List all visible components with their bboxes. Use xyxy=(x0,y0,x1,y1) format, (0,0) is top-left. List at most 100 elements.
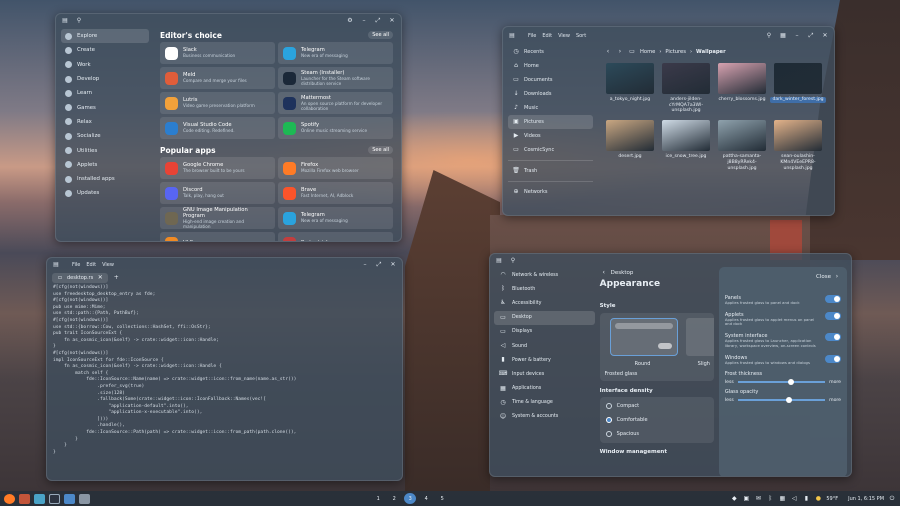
app-card[interactable]: Telegram New era of messaging xyxy=(278,42,393,64)
workspace-2[interactable]: 2 xyxy=(388,493,400,504)
close-tab-icon[interactable]: ✕ xyxy=(96,274,104,282)
app-card[interactable]: Telegram New era of messaging xyxy=(278,207,393,229)
crumb-home[interactable]: Home xyxy=(640,49,655,55)
density-compact[interactable]: Compact xyxy=(605,399,708,413)
back-link[interactable]: ‹ Desktop xyxy=(600,269,714,277)
sidebar-item-music[interactable]: ♪ Music xyxy=(508,101,593,115)
file-item[interactable]: pattha-samanta-j8B8yRRek4-unsplash.jpg xyxy=(716,120,768,171)
minimize-icon[interactable]: – xyxy=(361,261,369,269)
camera-icon[interactable]: ▣ xyxy=(742,495,750,503)
clock[interactable]: Jun 1, 6:15 PM xyxy=(848,496,884,502)
app-card[interactable]: Lutris Video game preservation platform xyxy=(160,92,275,114)
minimize-icon[interactable]: – xyxy=(360,17,368,25)
close-icon[interactable]: ✕ xyxy=(388,17,396,25)
see-all-button[interactable]: See all xyxy=(368,146,393,154)
menu-view[interactable]: View xyxy=(102,262,114,268)
store-titlebar[interactable]: ▤ ⚲ ⚙ – ⤢ ✕ xyxy=(56,14,401,28)
editor-icon[interactable] xyxy=(64,493,75,504)
crumb-wallpaper[interactable]: Wallpaper xyxy=(696,49,726,55)
sidebar-item-power[interactable]: ▮ Power & battery xyxy=(494,353,595,367)
sidebar-item-network[interactable]: ◠ Network & wireless xyxy=(494,268,595,282)
sidebar-item-create[interactable]: Create xyxy=(61,43,149,57)
sidebar-item-networks[interactable]: ⊕ Networks xyxy=(508,185,593,199)
mail-icon[interactable]: ✉ xyxy=(754,495,762,503)
sidebar-item-games[interactable]: Games xyxy=(61,100,149,114)
opacity-slider[interactable]: less more xyxy=(725,395,841,405)
sidebar-item-cosmicsync[interactable]: ▭ CosmicSync xyxy=(508,143,593,157)
file-item[interactable]: ice_snow_tree.jpg xyxy=(660,120,712,171)
sidebar-item-work[interactable]: Work xyxy=(61,58,149,72)
sidebar-item-socialize[interactable]: Socialize xyxy=(61,129,149,143)
battery-icon[interactable]: ▮ xyxy=(802,495,810,503)
sidebar-item-utilities[interactable]: Utilities xyxy=(61,143,149,157)
menu-edit[interactable]: Edit xyxy=(542,33,552,39)
app-card[interactable]: Visual Studio Code Code editing. Redefine… xyxy=(160,117,275,139)
app-card[interactable]: Brave Fast Internet, AI, Adblock xyxy=(278,182,393,204)
sidebar-item-bluetooth[interactable]: ᛒ Bluetooth xyxy=(494,282,595,296)
sidebar-item-applets[interactable]: Applets xyxy=(61,158,149,172)
sidebar-item-sound[interactable]: ◁ Sound xyxy=(494,339,595,353)
network-icon[interactable]: ▦ xyxy=(778,495,786,503)
sidebar-item-trash[interactable]: 🗑 Trash xyxy=(508,164,593,178)
menu-file[interactable]: File xyxy=(528,33,536,39)
workspace-4[interactable]: 4 xyxy=(420,493,432,504)
style-round-option[interactable] xyxy=(609,318,678,356)
terminal-icon[interactable] xyxy=(49,493,60,504)
density-spacious[interactable]: Spacious xyxy=(605,427,708,441)
maximize-icon[interactable]: ⤢ xyxy=(374,17,382,25)
sidebar-item-pictures[interactable]: ▣ Pictures xyxy=(508,115,593,129)
maximize-icon[interactable]: ⤢ xyxy=(375,261,383,269)
file-item[interactable]: desert.jpg xyxy=(604,120,656,171)
files-icon[interactable] xyxy=(34,493,45,504)
sidebar-item-home[interactable]: ⌂ Home xyxy=(508,59,593,73)
sidebar-toggle-icon[interactable]: ▤ xyxy=(52,261,60,269)
sidebar-item-documents[interactable]: ▭ Documents xyxy=(508,73,593,87)
slider-handle[interactable] xyxy=(785,397,792,404)
files-titlebar[interactable]: ▤ File Edit View Sort ⚲ ▦ – ⤢ ✕ xyxy=(503,27,834,45)
sidebar-toggle-icon[interactable]: ▤ xyxy=(508,32,516,40)
search-icon[interactable]: ⚲ xyxy=(765,32,773,40)
close-icon[interactable]: ✕ xyxy=(389,261,397,269)
toggle-switch[interactable] xyxy=(825,354,841,363)
power-icon[interactable]: ⏻ xyxy=(888,495,896,503)
back-icon[interactable]: ‹ xyxy=(604,48,612,56)
settings-icon[interactable]: ⚙ xyxy=(346,17,354,25)
settings-icon[interactable] xyxy=(79,493,90,504)
file-item[interactable]: anders-jilden-cYrMQA7a3Wl-unsplash.jpg xyxy=(660,63,712,114)
sidebar-item-accessibility[interactable]: ♿ Accessibility xyxy=(494,296,595,310)
sidebar-item-installed[interactable]: Installed apps xyxy=(61,172,149,186)
dropbox-icon[interactable]: ◆ xyxy=(730,495,738,503)
file-item[interactable]: sean-oulashin-KMn4VEeEPR8-unsplash.jpg xyxy=(772,120,824,171)
file-item[interactable]: cherry_blossoms.jpg xyxy=(716,63,768,114)
frost-option-row[interactable]: System interface Applies frosted glass to… xyxy=(725,333,841,348)
new-tab-icon[interactable]: + xyxy=(112,274,120,282)
menu-view[interactable]: View xyxy=(558,33,570,39)
menu-file[interactable]: File xyxy=(72,262,80,268)
tab-desktop-rs[interactable]: ▫ desktop.rs ✕ xyxy=(52,272,109,283)
app-card[interactable]: GNU Image Manipulation Program High-end i… xyxy=(160,207,275,229)
sidebar-item-explore[interactable]: Explore xyxy=(61,29,149,44)
sidebar-item-displays[interactable]: ▭ Displays xyxy=(494,325,595,339)
workspace-3[interactable]: 3 xyxy=(404,493,417,504)
bluetooth-icon[interactable]: ᛒ xyxy=(766,495,774,503)
close-panel-button[interactable]: Close › xyxy=(725,271,841,283)
crumb-pictures[interactable]: Pictures xyxy=(665,49,686,55)
app-card[interactable]: Protontricks xyxy=(278,232,393,241)
density-comfortable[interactable]: Comfortable xyxy=(605,413,708,427)
frost-option-row[interactable]: Applets Applies frosted glass to applet m… xyxy=(725,311,841,327)
sidebar-item-learn[interactable]: Learn xyxy=(61,86,149,100)
sidebar-item-develop[interactable]: Develop xyxy=(61,72,149,86)
sidebar-item-time[interactable]: ◷ Time & language xyxy=(494,396,595,410)
close-icon[interactable]: ✕ xyxy=(821,32,829,40)
weather-text[interactable]: 59°F xyxy=(826,496,838,502)
app-card[interactable]: Google Chrome The browser built to be you… xyxy=(160,157,275,179)
forward-icon[interactable]: › xyxy=(616,48,624,56)
sidebar-item-desktop[interactable]: ▭ Desktop xyxy=(494,310,595,325)
workspace-1[interactable]: 1 xyxy=(372,493,384,504)
search-icon[interactable]: ⚲ xyxy=(509,257,517,265)
file-item[interactable]: dark_winter_forest.jpg xyxy=(770,63,826,114)
app-card[interactable]: Discord Talk, play, hang out xyxy=(160,182,275,204)
editor-titlebar[interactable]: ▤ File Edit View – ⤢ ✕ xyxy=(47,258,402,272)
thickness-slider[interactable]: less more xyxy=(725,377,841,387)
app-card[interactable]: Steam (Installer) Launcher for the Steam … xyxy=(278,67,393,89)
